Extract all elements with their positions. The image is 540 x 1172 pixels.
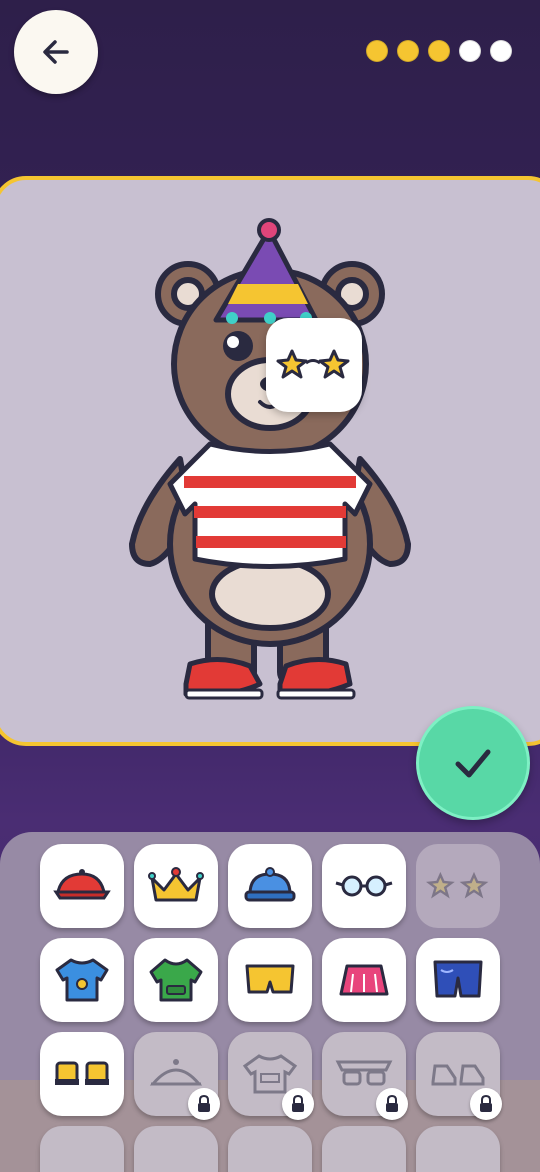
lock-icon [386, 1095, 398, 1112]
wardrobe-grid [40, 844, 502, 1172]
confirm-button[interactable] [416, 706, 530, 820]
wardrobe-item-party-hat[interactable] [134, 1032, 220, 1120]
lock-badge [470, 1088, 502, 1120]
lock-badge [282, 1088, 314, 1120]
progress-dot [366, 40, 388, 62]
wardrobe-item-tshirt[interactable] [228, 1032, 314, 1120]
wardrobe-panel [0, 832, 540, 1172]
wardrobe-item-blue-jeans[interactable] [416, 938, 500, 1022]
back-button[interactable] [14, 10, 98, 94]
blue-jeans-icon [433, 960, 483, 998]
equipped-star-glasses[interactable] [266, 318, 362, 412]
wardrobe-item-pink-skirt[interactable] [322, 938, 406, 1022]
wardrobe-item-partial[interactable] [416, 1126, 500, 1172]
wardrobe-item-sneakers[interactable] [416, 1032, 502, 1120]
wardrobe-item-round-glasses[interactable] [322, 844, 406, 928]
wardrobe-item-blue-tshirt[interactable] [40, 938, 124, 1022]
wardrobe-item-yellow-shoes[interactable] [40, 1032, 124, 1116]
yellow-shorts-icon [245, 964, 295, 994]
star-glasses-icon [276, 349, 350, 379]
pink-skirt-icon [339, 964, 389, 996]
progress-dot [428, 40, 450, 62]
arrow-left-icon [43, 40, 69, 64]
party-hat-icon [149, 1059, 203, 1086]
wardrobe-item-beret[interactable] [40, 844, 124, 928]
wardrobe-item-star-glasses[interactable] [416, 844, 500, 928]
blue-tshirt-icon [55, 958, 109, 1002]
yellow-shoes-icon [55, 1061, 109, 1085]
wardrobe-item-green-hoodie[interactable] [134, 938, 218, 1022]
lock-badge [188, 1088, 220, 1120]
crown-icon [148, 867, 204, 902]
progress-dot [397, 40, 419, 62]
sunglasses-icon [335, 1060, 393, 1086]
wardrobe-item-partial[interactable] [134, 1126, 218, 1172]
wardrobe-item-yellow-shorts[interactable] [228, 938, 312, 1022]
progress-dot [490, 40, 512, 62]
star-glasses-icon [426, 871, 489, 899]
progress-dots [366, 40, 512, 62]
progress-dot [459, 40, 481, 62]
lock-icon [198, 1095, 210, 1112]
top-bar [0, 0, 540, 110]
wardrobe-item-beanie[interactable] [228, 844, 312, 928]
wardrobe-item-partial[interactable] [228, 1126, 312, 1172]
lock-icon [292, 1095, 304, 1112]
round-glasses-icon [335, 875, 393, 897]
checkmark-icon [455, 749, 491, 778]
wardrobe-item-partial[interactable] [322, 1126, 406, 1172]
beret-icon [53, 869, 111, 900]
green-hoodie-icon [149, 958, 203, 1002]
lock-icon [480, 1095, 492, 1112]
sneakers-icon [431, 1064, 485, 1086]
wardrobe-item-crown[interactable] [134, 844, 218, 928]
wardrobe-item-partial[interactable] [40, 1126, 124, 1172]
wardrobe-item-sunglasses[interactable] [322, 1032, 408, 1120]
beanie-icon [244, 867, 296, 902]
lock-badge [376, 1088, 408, 1120]
bear-character [129, 218, 411, 700]
